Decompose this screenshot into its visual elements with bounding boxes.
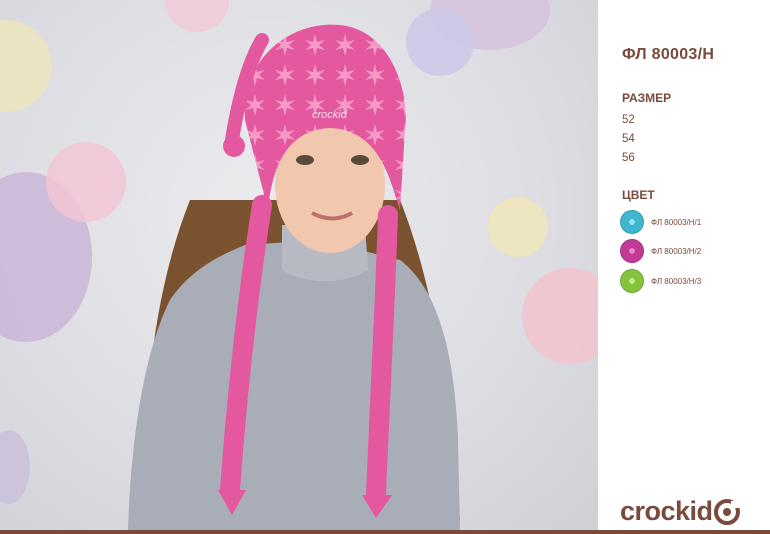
color-variant-3[interactable]: ФЛ 80003/Н/3 xyxy=(620,269,760,293)
color-section-title: ЦВЕТ xyxy=(622,188,655,202)
color-variant-label: ФЛ 80003/Н/1 xyxy=(651,217,702,227)
color-variant-label: ФЛ 80003/Н/2 xyxy=(651,246,702,256)
size-list: 52 54 56 xyxy=(622,111,635,168)
brand-logo: crockid xyxy=(620,496,740,527)
color-variant-label: ФЛ 80003/Н/3 xyxy=(651,276,702,286)
color-variant-1[interactable]: ФЛ 80003/Н/1 xyxy=(620,210,760,234)
child-illustration: crockid xyxy=(128,24,461,530)
color-swatch[interactable] xyxy=(620,210,644,234)
bottom-rule xyxy=(0,530,770,534)
brand-logo-text: crockid xyxy=(620,496,713,526)
product-photo: crockid xyxy=(0,0,598,530)
size-item[interactable]: 52 xyxy=(622,111,635,130)
size-item[interactable]: 56 xyxy=(622,149,635,168)
hat-logo: crockid xyxy=(312,109,348,121)
color-swatch[interactable] xyxy=(620,239,644,263)
brand-logo-icon xyxy=(713,498,740,525)
color-swatch[interactable] xyxy=(620,269,644,293)
color-variant-2[interactable]: ФЛ 80003/Н/2 xyxy=(620,239,760,263)
product-code: ФЛ 80003/Н xyxy=(622,46,715,63)
size-section-title: РАЗМЕР xyxy=(622,91,672,105)
info-panel: ФЛ 80003/Н РАЗМЕР 52 54 56 ЦВЕТ ФЛ 80003… xyxy=(598,0,770,530)
size-item[interactable]: 54 xyxy=(622,130,635,149)
right-braid xyxy=(366,205,398,505)
